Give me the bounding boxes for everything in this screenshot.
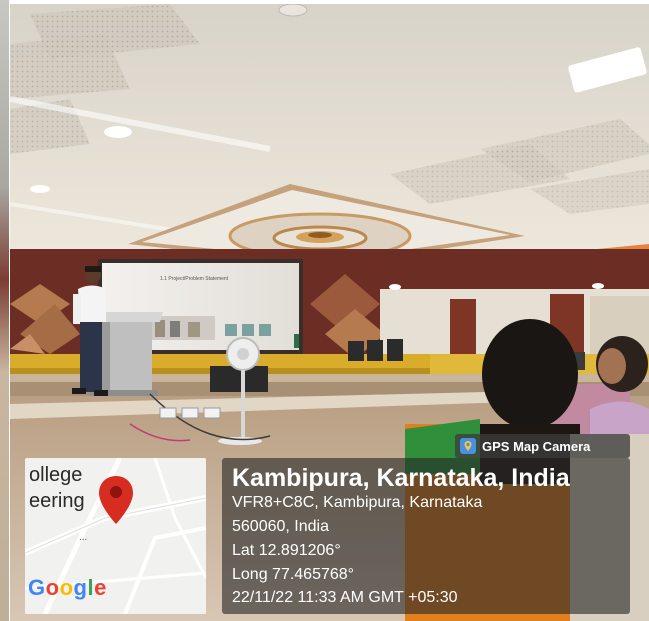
map-ellipsis: ... [79,532,88,543]
google-logo: Google [28,575,107,601]
photo-frame: 1.1 Project/Problem Statement GPS Map Ca… [0,0,649,621]
address-line2: 560060, India [232,518,329,535]
datetime: 22/11/22 11:33 AM GMT +05:30 [232,589,458,606]
location-title: Kambipura, Karnataka, India [232,464,570,492]
google-letter: e [94,575,107,600]
latitude: Lat 12.891206° [232,542,341,559]
google-letter: o [59,575,74,600]
address-line1: VFR8+C8C, Kambipura, Karnataka [232,494,483,511]
map-label-line1: ollege [29,464,83,486]
google-letter: g [73,575,88,600]
longitude: Long 77.465768° [232,566,355,583]
gps-map-camera-icon [460,438,476,454]
badge-label: GPS Map Camera [482,438,591,454]
gps-badge: GPS Map Camera [455,434,630,458]
slide-title: 1.1 Project/Problem Statement [160,276,229,282]
location-pin-icon [99,476,133,524]
location-info-panel: Kambipura, Karnataka, India VFR8+C8C, Ka… [222,458,630,614]
google-letter: G [28,575,46,600]
google-letter: o [45,575,60,600]
map-label-line2: eering [29,490,85,512]
adjacent-photo-edge [0,0,9,621]
map-thumbnail: ollege eering ... Google [25,458,206,614]
